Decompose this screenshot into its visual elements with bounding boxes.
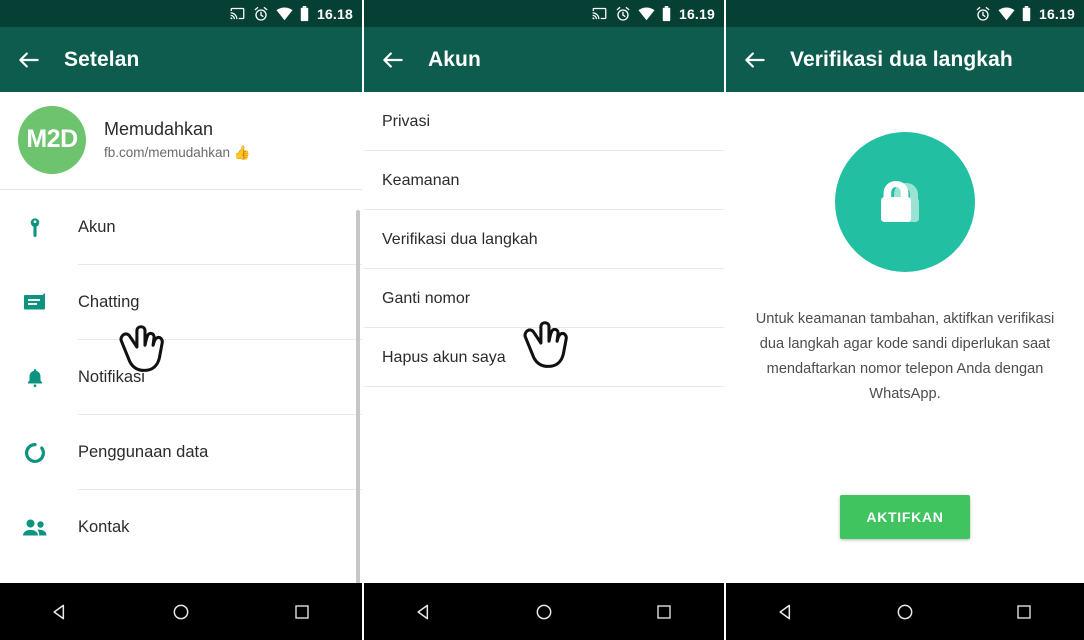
page-title: Setelan <box>64 47 140 71</box>
profile-text: Memudahkan fb.com/memudahkan 👍 <box>104 119 251 161</box>
double-lock-icon <box>881 181 919 222</box>
status-time: 16.18 <box>316 5 353 22</box>
alarm-icon <box>976 6 990 21</box>
page-title: Verifikasi dua langkah <box>790 47 1013 71</box>
sidebar-item-akun[interactable]: Akun <box>0 190 362 265</box>
status-bar: 16.19 <box>364 0 724 27</box>
panel-verifikasi-dua-langkah: 16.19 Verifikasi dua langkah Untuk keama… <box>724 0 1084 640</box>
back-arrow-icon[interactable] <box>16 47 42 73</box>
data-usage-icon <box>18 441 52 465</box>
cast-icon <box>230 7 245 20</box>
cta-area: AKTIFKAN <box>726 495 1084 539</box>
nav-back-icon[interactable] <box>768 594 804 630</box>
chat-bubble-icon <box>18 292 52 314</box>
three-panel-screenshot: 16.18 Setelan M2D Memudahkan fb.com/memu… <box>0 0 1084 640</box>
sidebar-item-label: Notifikasi <box>78 368 145 386</box>
list-item-label: Privasi <box>382 112 431 130</box>
back-arrow-icon[interactable] <box>742 47 768 73</box>
aktifkan-button[interactable]: AKTIFKAN <box>840 495 970 539</box>
android-nav-bar <box>0 583 362 640</box>
nav-home-icon[interactable] <box>526 594 562 630</box>
list-item-hapus-akun-saya[interactable]: Hapus akun saya <box>364 328 724 387</box>
key-icon <box>18 216 52 240</box>
nav-recents-icon[interactable] <box>1006 594 1042 630</box>
nav-back-icon[interactable] <box>42 594 78 630</box>
list-item-privasi[interactable]: Privasi <box>364 92 724 151</box>
sidebar-item-label: Kontak <box>78 518 130 536</box>
list-item-label: Keamanan <box>382 171 460 189</box>
status-bar: 16.18 <box>0 0 362 27</box>
android-nav-bar <box>364 583 724 640</box>
app-bar: Setelan <box>0 27 362 92</box>
back-arrow-icon[interactable] <box>380 47 406 73</box>
wifi-icon <box>276 7 293 20</box>
page-title: Akun <box>428 47 481 71</box>
avatar: M2D <box>18 105 86 174</box>
android-nav-bar <box>726 583 1084 640</box>
contacts-icon <box>18 518 52 538</box>
list-item-label: Verifikasi dua langkah <box>382 230 538 248</box>
hero-circle <box>835 132 975 272</box>
cast-icon <box>592 7 607 20</box>
wifi-icon <box>998 7 1015 20</box>
app-bar: Verifikasi dua langkah <box>726 27 1084 92</box>
bell-icon <box>18 366 52 390</box>
vertical-scrollbar[interactable] <box>356 210 360 583</box>
settings-list: M2D Memudahkan fb.com/memudahkan 👍 Akun … <box>0 92 362 583</box>
panel-akun: 16.19 Akun Privasi Keamanan Verifikasi d… <box>362 0 724 640</box>
profile-subtitle: fb.com/memudahkan 👍 <box>104 144 251 160</box>
status-bar: 16.19 <box>726 0 1084 27</box>
list-item-keamanan[interactable]: Keamanan <box>364 151 724 210</box>
sidebar-item-penggunaan-data[interactable]: Penggunaan data <box>0 415 362 490</box>
panel-setelan: 16.18 Setelan M2D Memudahkan fb.com/memu… <box>0 0 362 640</box>
list-item-verifikasi-dua-langkah[interactable]: Verifikasi dua langkah <box>364 210 724 269</box>
sidebar-item-kontak[interactable]: Kontak <box>0 490 362 565</box>
list-item-label: Ganti nomor <box>382 289 471 307</box>
battery-icon <box>662 5 671 21</box>
alarm-icon <box>616 6 630 21</box>
sidebar-item-chatting[interactable]: Chatting <box>0 265 362 340</box>
profile-name: Memudahkan <box>104 118 214 139</box>
two-step-verification-content: Untuk keamanan tambahan, aktifkan verifi… <box>726 92 1084 583</box>
nav-recents-icon[interactable] <box>646 594 682 630</box>
nav-recents-icon[interactable] <box>284 594 320 630</box>
wifi-icon <box>638 7 655 20</box>
nav-home-icon[interactable] <box>163 594 199 630</box>
status-time: 16.19 <box>1038 5 1075 22</box>
sidebar-item-label: Chatting <box>78 293 140 311</box>
account-list: Privasi Keamanan Verifikasi dua langkah … <box>364 92 724 583</box>
list-item-ganti-nomor[interactable]: Ganti nomor <box>364 269 724 328</box>
sidebar-item-label: Akun <box>78 218 116 236</box>
status-time: 16.19 <box>678 5 715 22</box>
sidebar-item-notifikasi[interactable]: Notifikasi <box>0 340 362 415</box>
list-item-label: Hapus akun saya <box>382 348 506 366</box>
battery-icon <box>1022 5 1031 21</box>
nav-back-icon[interactable] <box>406 594 442 630</box>
app-bar: Akun <box>364 27 724 92</box>
profile-header[interactable]: M2D Memudahkan fb.com/memudahkan 👍 <box>0 92 362 190</box>
battery-icon <box>300 5 309 21</box>
alarm-icon <box>254 6 268 21</box>
sidebar-item-label: Penggunaan data <box>78 443 209 461</box>
nav-home-icon[interactable] <box>887 594 923 630</box>
description-text: Untuk keamanan tambahan, aktifkan verifi… <box>755 311 1055 402</box>
